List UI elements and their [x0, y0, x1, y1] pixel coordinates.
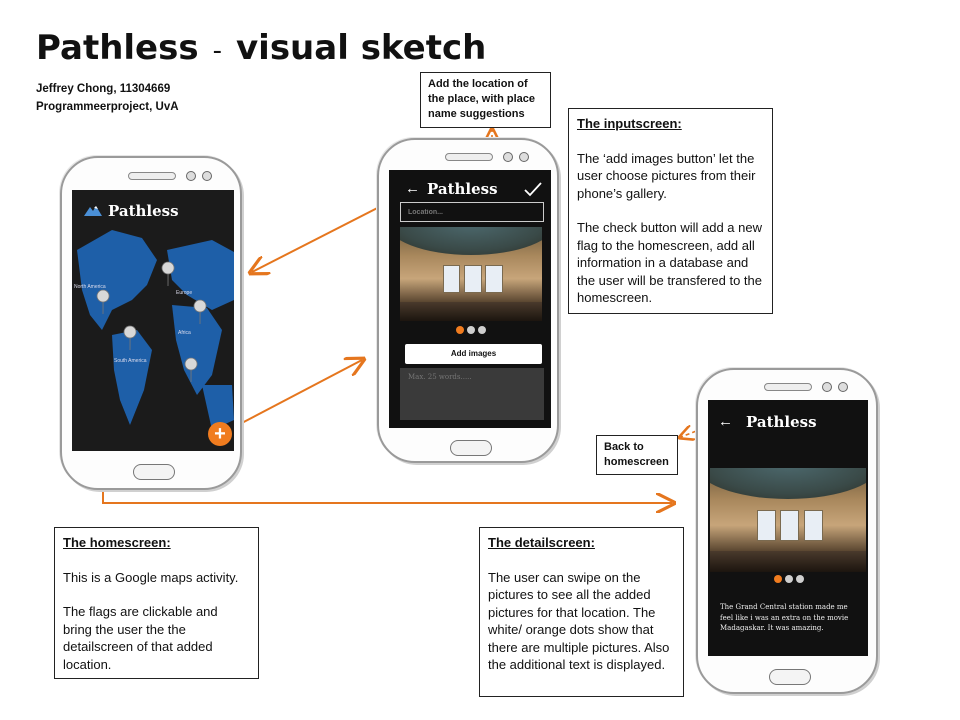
plus-icon: +: [214, 423, 226, 445]
description-input[interactable]: [400, 368, 544, 420]
arrow-home-to-input: [237, 360, 362, 426]
note-inputscreen-p2: The check button will add a new flag to …: [577, 220, 762, 305]
flag-pin: [123, 325, 137, 351]
input-app-title: Pathless: [427, 180, 498, 198]
flag-pin: [184, 357, 198, 383]
photo-pager-dots[interactable]: [456, 326, 486, 334]
map-flags[interactable]: [72, 190, 234, 451]
note-back: Back to homescreen: [596, 435, 678, 475]
phone-detail: ← Pathless The Grand Central station mad…: [696, 368, 878, 694]
photo-pager-dots[interactable]: [774, 575, 804, 583]
arrow-input-to-home: [252, 197, 398, 272]
note-homescreen: The homescreen: This is a Google maps ac…: [54, 527, 259, 679]
note-homescreen-heading: The homescreen:: [63, 535, 171, 550]
phone-sensor: [838, 382, 848, 392]
pager-dot-active: [774, 575, 782, 583]
phone-speaker: [764, 383, 812, 391]
photo-crowd: [710, 551, 866, 572]
note-homescreen-p2: The flags are clickable and bring the us…: [63, 604, 218, 672]
phone-camera: [503, 152, 513, 162]
detail-app-title: Pathless: [746, 413, 817, 431]
flag-pin: [161, 261, 175, 287]
note-inputscreen-heading: The inputscreen:: [577, 116, 682, 131]
mountain-logo-icon: [84, 206, 102, 216]
detail-photo[interactable]: [710, 468, 866, 572]
note-inputscreen-p1: The ‘add images button’ let the user cho…: [577, 150, 756, 201]
phone-home-button: [133, 464, 175, 480]
check-icon[interactable]: [523, 181, 543, 197]
note-inputscreen: The inputscreen: The ‘add images button’…: [568, 108, 773, 314]
photo-window: [780, 509, 800, 541]
pager-dot: [796, 575, 804, 583]
note-detailscreen-heading: The detailscreen:: [488, 535, 595, 550]
input-screen: ← Pathless Add images: [389, 170, 551, 428]
phone-sensor: [519, 152, 529, 162]
photo-window: [756, 509, 776, 541]
note-detailscreen-p1: The user can swipe on the pictures to se…: [488, 569, 670, 673]
arrow-left-icon[interactable]: ←: [405, 180, 420, 197]
photo-vault: [710, 468, 866, 500]
add-images-button[interactable]: Add images: [405, 344, 542, 364]
phone-home: North America Europe Africa South Americ…: [60, 156, 242, 490]
detail-screen: ← Pathless The Grand Central station mad…: [708, 400, 868, 656]
arrow-left-icon[interactable]: ←: [718, 413, 733, 430]
note-detailscreen: The detailscreen: The user can swipe on …: [479, 527, 684, 697]
note-location: Add the location of the place, with plac…: [420, 72, 551, 128]
phone-input: ← Pathless Add images: [377, 138, 559, 463]
phone-speaker: [128, 172, 176, 180]
location-input[interactable]: [400, 202, 544, 222]
phone-home-button: [450, 440, 492, 456]
pager-dot: [467, 326, 475, 334]
photo-window: [803, 509, 823, 541]
flag-pin: [96, 289, 110, 315]
photo-window: [485, 264, 503, 293]
phone-speaker: [445, 153, 493, 161]
flag-pin: [193, 299, 207, 325]
home-app-title: Pathless: [108, 202, 179, 220]
detail-description: The Grand Central station made me feel l…: [720, 603, 849, 632]
add-location-button[interactable]: +: [208, 422, 232, 446]
photo-crowd: [400, 302, 542, 321]
home-screen: North America Europe Africa South Americ…: [72, 190, 234, 451]
pager-dot-active: [456, 326, 464, 334]
phone-sensor: [202, 171, 212, 181]
pager-dot: [478, 326, 486, 334]
note-homescreen-p1: This is a Google maps activity.: [63, 569, 239, 585]
place-photo[interactable]: [400, 227, 542, 321]
photo-window: [442, 264, 461, 293]
phone-home-button: [769, 669, 811, 685]
pager-dot: [785, 575, 793, 583]
photo-vault: [400, 227, 542, 256]
photo-window: [463, 264, 482, 293]
phone-camera: [186, 171, 196, 181]
phone-camera: [822, 382, 832, 392]
